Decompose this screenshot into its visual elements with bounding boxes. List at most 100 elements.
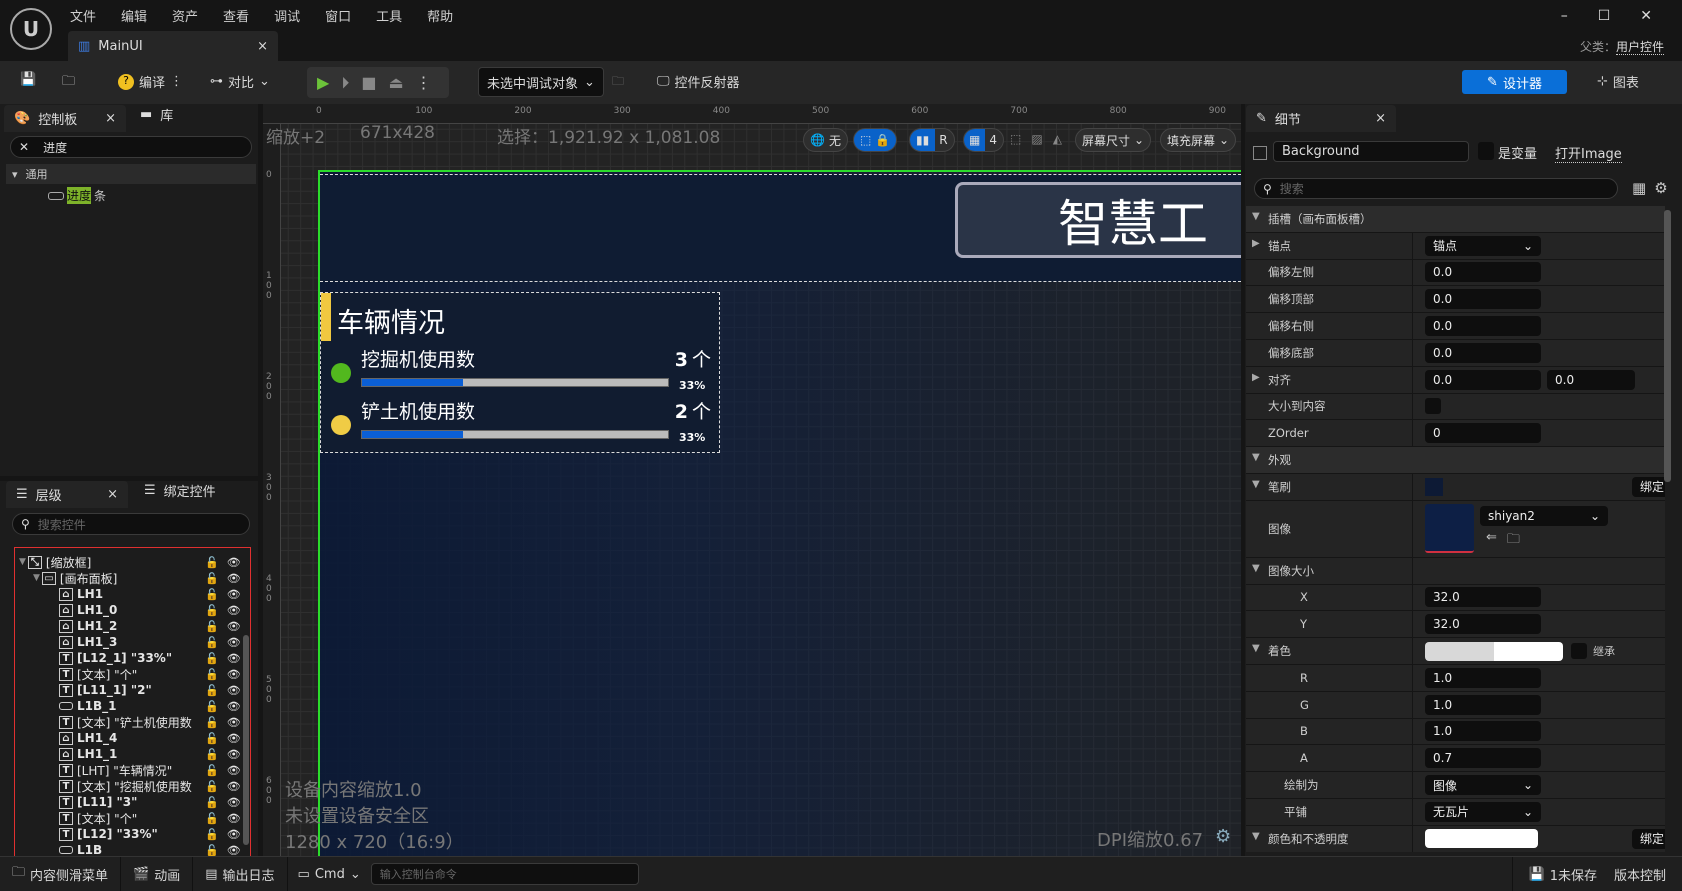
property-input[interactable]: 0 bbox=[1425, 423, 1541, 444]
eye-icon[interactable]: 👁 bbox=[227, 604, 241, 617]
menu-item[interactable]: 资产 bbox=[172, 6, 198, 25]
use-selected-icon[interactable]: ⇐ bbox=[1486, 530, 1497, 552]
property-input[interactable]: 1.0 bbox=[1425, 721, 1541, 742]
select-icon[interactable]: ⬚ bbox=[1010, 132, 1021, 146]
play-icon[interactable]: ▶ bbox=[317, 73, 329, 92]
eye-icon[interactable]: 👁 bbox=[227, 652, 241, 665]
maximize-button[interactable]: ☐ bbox=[1598, 8, 1611, 24]
hierarchy-item[interactable]: ▼ ▭ [画布面板] 🔓 👁 bbox=[15, 570, 250, 586]
eye-icon[interactable]: 👁 bbox=[227, 700, 241, 713]
localization-button[interactable]: 🌐 无 bbox=[803, 128, 848, 152]
eye-icon[interactable]: 👁 bbox=[227, 572, 241, 585]
unlock-icon[interactable]: 🔓 bbox=[205, 556, 219, 569]
property-input[interactable]: 32.0 bbox=[1425, 614, 1541, 635]
compile-button[interactable]: ? 编译 ⋮ bbox=[118, 72, 183, 91]
image-icon[interactable]: ▨ bbox=[1031, 132, 1042, 146]
hierarchy-item[interactable]: ▼ ⤡ [缩放框] 🔓 👁 bbox=[15, 554, 250, 570]
eye-icon[interactable]: 👁 bbox=[227, 764, 241, 777]
more-options-icon[interactable]: ⋮ bbox=[416, 73, 432, 92]
menu-item[interactable]: 文件 bbox=[70, 6, 96, 25]
eye-icon[interactable]: 👁 bbox=[227, 780, 241, 793]
hierarchy-item[interactable]: ⌂ LH1_3 🔓 👁 bbox=[15, 634, 250, 650]
close-tab-icon[interactable]: × bbox=[1375, 111, 1386, 126]
palette-search-input[interactable]: ✕ 进度 bbox=[10, 136, 252, 158]
triangle-down-icon[interactable]: ▼ bbox=[1252, 563, 1260, 574]
category-common[interactable]: ▾ 通用 bbox=[6, 164, 256, 184]
eye-icon[interactable]: 👁 bbox=[227, 716, 241, 729]
triangle-down-icon[interactable]: ▼ bbox=[1252, 831, 1260, 842]
animation-button[interactable]: 🎬 动画 bbox=[121, 857, 194, 891]
property-input[interactable]: 0.0 bbox=[1425, 342, 1541, 363]
open-image-link[interactable]: 打开Image bbox=[1555, 143, 1622, 163]
minimize-button[interactable]: – bbox=[1561, 8, 1568, 24]
inherit-checkbox[interactable] bbox=[1571, 643, 1587, 660]
dpi-settings-gear-icon[interactable]: ⚙ bbox=[1215, 826, 1231, 847]
tab-details[interactable]: ✎ 细节 × bbox=[1246, 105, 1396, 132]
mirror-icon[interactable]: ◭ bbox=[1053, 132, 1062, 146]
eye-icon[interactable]: 👁 bbox=[227, 796, 241, 809]
more-options-icon[interactable]: ⋮ bbox=[170, 74, 183, 89]
menu-item[interactable]: 编辑 bbox=[121, 6, 147, 25]
cmd-dropdown[interactable]: ▭ Cmd ⌄ bbox=[288, 867, 371, 882]
unlock-icon[interactable]: 🔓 bbox=[205, 748, 219, 761]
designer-mode-button[interactable]: ✎ 设计器 bbox=[1462, 70, 1567, 94]
browse-asset-icon[interactable]: 🗀 bbox=[1507, 530, 1520, 552]
designer-canvas[interactable]: 0 100 200 300 400 500 600 700 800 900 0 100 200 300 4… bbox=[263, 104, 1241, 856]
debug-browse-icon[interactable]: 🗀 bbox=[612, 72, 624, 93]
menu-item[interactable]: 帮助 bbox=[427, 6, 453, 25]
unlock-icon[interactable]: 🔓 bbox=[205, 620, 219, 633]
property-input[interactable]: 0.0 bbox=[1425, 369, 1541, 390]
grid-snap-toggle[interactable]: ▦ 4 bbox=[963, 128, 1004, 152]
tint-color-swatch[interactable] bbox=[1425, 641, 1563, 661]
console-command-input[interactable]: 输入控制台命令 bbox=[370, 863, 639, 885]
hierarchy-item[interactable]: ⌂ LH1_2 🔓 👁 bbox=[15, 618, 250, 634]
tab-bind-widgets[interactable]: ☰ 绑定控件 bbox=[134, 481, 226, 500]
respect-lock-toggle[interactable]: ▮▮ R bbox=[909, 128, 955, 152]
hierarchy-item[interactable]: T [文本] "挖掘机使用数 🔓 👁 bbox=[15, 778, 250, 794]
asset-dropdown[interactable]: shiyan2 ⌄ bbox=[1480, 505, 1608, 526]
property-input[interactable]: 0.0 bbox=[1425, 262, 1541, 283]
eye-icon[interactable]: 👁 bbox=[227, 828, 241, 841]
unlock-icon[interactable]: 🔓 bbox=[205, 828, 219, 841]
eye-icon[interactable]: 👁 bbox=[227, 620, 241, 633]
hierarchy-item[interactable]: T [文本] "个" 🔓 👁 bbox=[15, 666, 250, 682]
diff-button[interactable]: ⊶ 对比 ⌄ bbox=[210, 72, 270, 91]
table-view-icon[interactable]: ▦ bbox=[1632, 179, 1646, 197]
triangle-down-icon[interactable]: ▼ bbox=[1252, 211, 1260, 222]
eye-icon[interactable]: 👁 bbox=[227, 668, 241, 681]
triangle-down-icon[interactable]: ▼ bbox=[19, 557, 26, 567]
bind-dropdown[interactable]: 绑定⌄ bbox=[1632, 476, 1665, 497]
unlock-icon[interactable]: 🔓 bbox=[205, 636, 219, 649]
clear-search-icon[interactable]: ✕ bbox=[19, 140, 29, 154]
triangle-down-icon[interactable]: ▼ bbox=[1252, 452, 1260, 463]
lock-toggle[interactable]: ⬚ 🔒 bbox=[853, 128, 898, 152]
property-input[interactable]: 32.0 bbox=[1425, 587, 1541, 608]
menu-item[interactable]: 窗口 bbox=[325, 6, 351, 25]
details-scrollbar[interactable] bbox=[1664, 210, 1671, 482]
stop-icon[interactable]: ■ bbox=[361, 73, 376, 92]
property-input[interactable]: 0.7 bbox=[1425, 748, 1541, 769]
unlock-icon[interactable]: 🔓 bbox=[205, 652, 219, 665]
details-search-input[interactable]: ⚲ 搜索 bbox=[1254, 178, 1618, 199]
eye-icon[interactable]: 👁 bbox=[227, 556, 241, 569]
hierarchy-item[interactable]: ⌂ LH1 🔓 👁 bbox=[15, 586, 250, 602]
eye-icon[interactable]: 👁 bbox=[227, 684, 241, 697]
property-input[interactable]: 0.0 bbox=[1547, 369, 1635, 390]
triangle-down-icon[interactable]: ▼ bbox=[1252, 479, 1260, 490]
unlock-icon[interactable]: 🔓 bbox=[205, 588, 219, 601]
fill-screen-dropdown[interactable]: 填充屏幕 ⌄ bbox=[1160, 128, 1237, 152]
hierarchy-item[interactable]: T [L12] "33%" 🔓 👁 bbox=[15, 826, 250, 842]
parent-class-link[interactable]: 用户控件 bbox=[1615, 40, 1664, 55]
triangle-down-icon[interactable]: ▼ bbox=[1252, 643, 1260, 654]
eye-icon[interactable]: 👁 bbox=[227, 748, 241, 761]
hierarchy-item[interactable]: T [LHT] "车辆情况" 🔓 👁 bbox=[15, 762, 250, 778]
property-dropdown[interactable]: 图像 ⌄ bbox=[1425, 775, 1541, 796]
hierarchy-item[interactable]: T [文本] "个" 🔓 👁 bbox=[15, 810, 250, 826]
color-swatch[interactable] bbox=[1425, 829, 1538, 849]
hierarchy-item[interactable]: T [L11] "3" 🔓 👁 bbox=[15, 794, 250, 810]
widget-name-input[interactable]: Background bbox=[1273, 141, 1469, 162]
close-window-button[interactable]: ✕ bbox=[1640, 8, 1652, 24]
eye-icon[interactable]: 👁 bbox=[227, 588, 241, 601]
tab-hierarchy[interactable]: ☰ 层级 × bbox=[6, 481, 128, 508]
eject-icon[interactable]: ⏏ bbox=[388, 73, 403, 92]
